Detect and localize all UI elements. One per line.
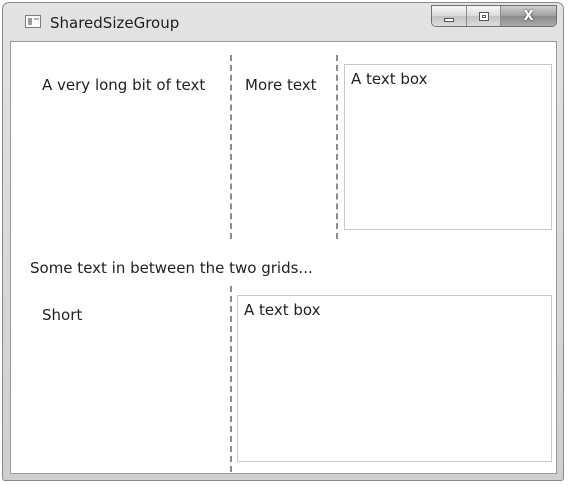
title-bar[interactable]: SharedSizeGroup X <box>3 3 563 43</box>
grid2-splitter[interactable] <box>230 286 232 472</box>
app-icon[interactable] <box>25 15 41 28</box>
maximize-icon <box>478 11 489 21</box>
grid2-text-box[interactable] <box>237 295 552 462</box>
between-text: Some text in between the two grids... <box>30 259 313 277</box>
minimize-icon <box>444 18 455 22</box>
grid1-text-box[interactable] <box>344 64 552 230</box>
minimize-button[interactable] <box>432 6 468 26</box>
close-icon: X <box>523 8 534 24</box>
window-title: SharedSizeGroup <box>50 14 180 32</box>
grid1-splitter-1[interactable] <box>230 55 232 239</box>
grid1-splitter-2[interactable] <box>336 55 338 239</box>
close-button[interactable]: X <box>500 6 556 26</box>
maximize-button[interactable] <box>467 6 501 26</box>
client-area: A very long bit of text More text Some t… <box>10 41 557 474</box>
caption-buttons: X <box>431 5 557 27</box>
app-window: SharedSizeGroup X A very long bit of tex… <box>2 2 564 481</box>
grid1-label-long: A very long bit of text <box>42 76 206 94</box>
grid1-label-more: More text <box>245 76 317 94</box>
grid2-label-short: Short <box>42 306 83 324</box>
